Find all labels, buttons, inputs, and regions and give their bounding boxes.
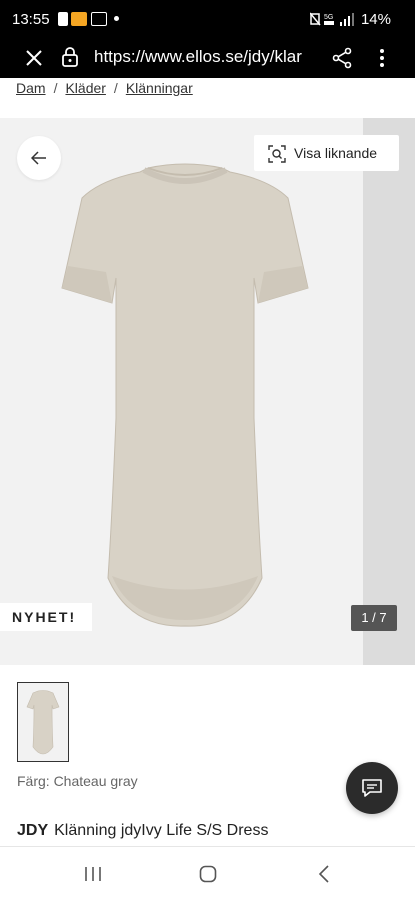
close-icon[interactable] [24,48,44,68]
visual-search-icon [268,145,286,163]
share-icon[interactable] [331,47,353,69]
chat-button[interactable] [346,762,398,814]
breadcrumb-separator: / [53,80,58,96]
back-button[interactable] [17,136,61,180]
product-title: JDY Klänning jdyIvy Life S/S Dress [17,822,268,840]
chat-icon [362,779,382,797]
more-notifications-dot [114,16,119,21]
lock-notification-icon [58,12,68,26]
back-nav-icon[interactable] [318,865,330,883]
new-badge: NYHET! [0,603,92,631]
home-icon[interactable] [199,865,217,883]
url-text[interactable]: https://www.ellos.se/jdy/klar [94,47,319,67]
battery-level: 14% [360,11,391,28]
recent-apps-icon[interactable] [84,865,102,883]
app-notification-icon [71,12,87,26]
network-type: 5G [324,14,333,21]
arrow-left-icon [31,151,46,165]
status-time: 13:55 [12,11,50,28]
browser-url-bar: https://www.ellos.se/jdy/klar [0,38,415,78]
breadcrumb-klader[interactable]: Kläder [65,80,105,96]
product-name: Klänning jdyIvy Life S/S Dress [54,822,269,839]
more-vert-icon[interactable] [378,47,386,69]
show-similar-button[interactable]: Visa liknande [254,135,399,171]
color-label: Färg: Chateau gray [17,773,138,789]
signal-icon: 5G [310,12,354,26]
breadcrumb: Dam / Kläder / Klänningar [16,80,193,96]
product-image-gallery[interactable]: Visa liknande NYHET! 1 / 7 [0,118,415,665]
breadcrumb-dam[interactable]: Dam [16,80,46,96]
product-thumbnail[interactable] [17,682,69,762]
next-image-preview[interactable] [363,118,415,665]
breadcrumb-klanningar[interactable]: Klänningar [126,80,193,96]
photo-notification-icon [91,12,107,26]
thumbnail-image [26,690,60,755]
product-brand[interactable]: JDY [17,822,48,839]
breadcrumb-separator: / [113,80,118,96]
image-counter: 1 / 7 [351,605,397,631]
show-similar-label: Visa liknande [294,145,378,161]
product-image[interactable] [40,158,330,628]
lock-icon[interactable] [61,46,79,68]
system-navigation-bar [0,846,415,900]
status-bar: 13:55 5G 14% [0,0,415,38]
